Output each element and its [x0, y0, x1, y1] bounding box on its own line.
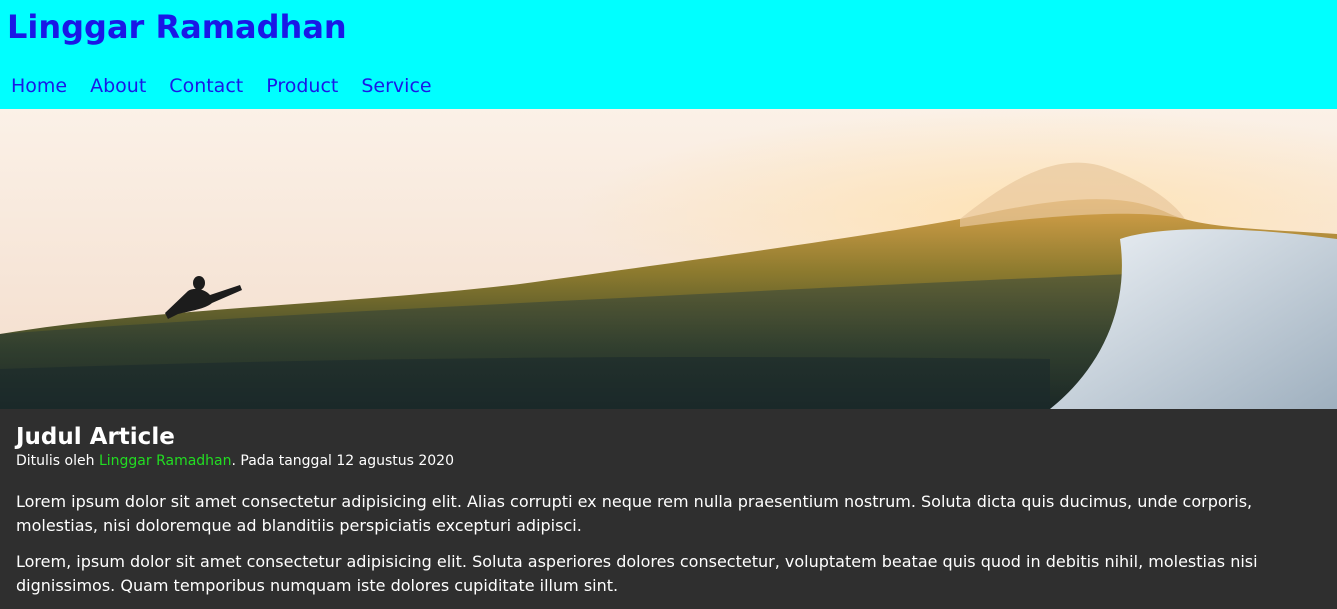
article-paragraph: Lorem ipsum dolor sit amet consectetur a…: [16, 492, 1253, 535]
article: Judul Article Ditulis oleh Linggar Ramad…: [0, 409, 1337, 598]
author-link[interactable]: Linggar Ramadhan: [99, 453, 232, 469]
article-paragraph: Lorem, ipsum dolor sit amet consectetur …: [16, 552, 1258, 595]
nav-service-link[interactable]: Service: [361, 75, 431, 97]
site-header: Linggar Ramadhan Home About Contact Prod…: [0, 0, 1337, 109]
hero-image: [0, 109, 1337, 409]
nav-contact-link[interactable]: Contact: [169, 75, 243, 97]
article-byline: Ditulis oleh Linggar Ramadhan. Pada tang…: [16, 452, 1321, 470]
byline-prefix: Ditulis oleh: [16, 453, 99, 469]
main-nav: Home About Contact Product Service: [11, 75, 432, 97]
byline-date: . Pada tanggal 12 agustus 2020: [231, 453, 454, 469]
article-title: Judul Article: [16, 424, 175, 450]
nav-product-link[interactable]: Product: [266, 75, 338, 97]
site-title[interactable]: Linggar Ramadhan: [7, 8, 347, 46]
nav-home-link[interactable]: Home: [11, 75, 67, 97]
nav-about-link[interactable]: About: [90, 75, 146, 97]
surf-wave-image: [0, 109, 1337, 409]
